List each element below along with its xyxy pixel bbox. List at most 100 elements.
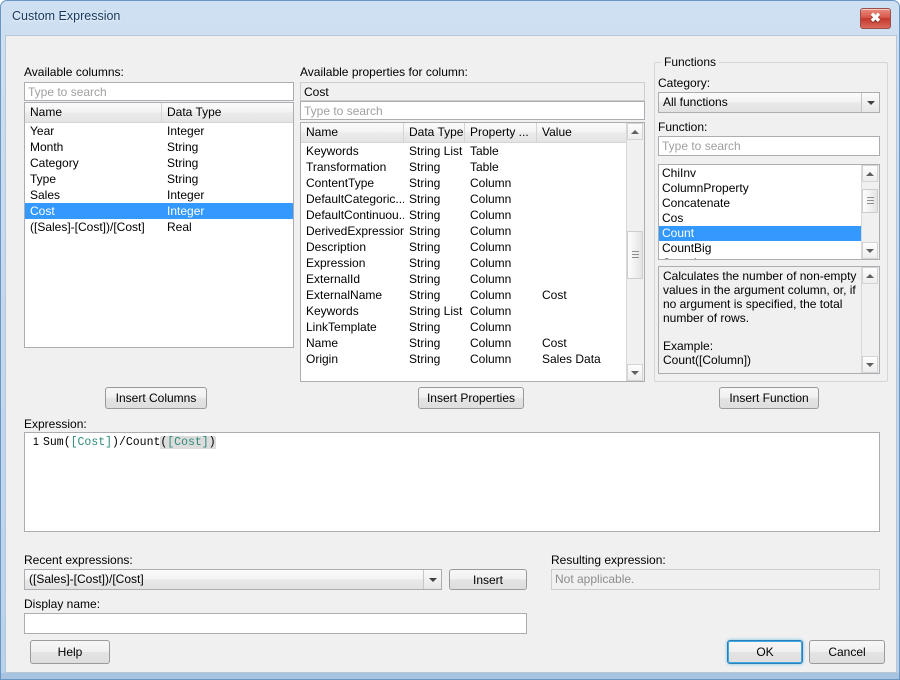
description-scroll-down-icon[interactable] xyxy=(862,356,878,373)
category-selected-value: All functions xyxy=(663,95,728,109)
property-value-cell xyxy=(537,159,637,175)
column-name-cell: Month xyxy=(25,139,162,155)
property-scope-cell: Column xyxy=(465,223,537,239)
recent-expressions-select[interactable]: ([Sales]-[Cost])/[Cost] xyxy=(24,569,442,590)
property-name-cell: ContentType xyxy=(301,175,404,191)
columns-search-input[interactable]: Type to search xyxy=(24,82,294,101)
expression-token: ) xyxy=(209,436,216,449)
table-row[interactable]: KeywordsString ListColumn xyxy=(301,303,644,319)
table-row[interactable]: ExpressionStringColumn xyxy=(301,255,644,271)
properties-header-name[interactable]: Name xyxy=(301,123,404,142)
property-value-cell: Cost xyxy=(537,335,637,351)
function-description-pane: Calculates the number of non-empty value… xyxy=(658,266,880,374)
available-columns-label: Available columns: xyxy=(24,65,124,79)
category-select[interactable]: All functions xyxy=(658,92,880,113)
table-row[interactable]: DerivedExpressionStringColumn xyxy=(301,223,644,239)
property-scope-cell: Column xyxy=(465,303,537,319)
scroll-down-icon[interactable] xyxy=(627,364,643,381)
insert-properties-button[interactable]: Insert Properties xyxy=(418,387,524,409)
property-type-cell: String xyxy=(404,207,465,223)
display-name-input[interactable] xyxy=(24,613,527,634)
resulting-expression-label: Resulting expression: xyxy=(551,553,666,567)
functions-listbox[interactable]: ChiInvColumnPropertyConcatenateCosCountC… xyxy=(658,164,880,260)
property-name-cell: Origin xyxy=(301,351,404,367)
expression-label: Expression: xyxy=(24,417,87,431)
column-name-cell: Cost xyxy=(25,203,162,219)
table-row[interactable]: ExternalIdStringColumn xyxy=(301,271,644,287)
list-item[interactable]: Covariance xyxy=(659,256,861,260)
table-row[interactable]: ContentTypeStringColumn xyxy=(301,175,644,191)
property-name-cell: ExternalName xyxy=(301,287,404,303)
property-type-cell: String List xyxy=(404,143,465,159)
insert-recent-button[interactable]: Insert xyxy=(449,569,527,590)
table-row[interactable]: ExternalNameStringColumnCost xyxy=(301,287,644,303)
properties-header-value[interactable]: Value xyxy=(537,123,627,142)
table-row[interactable]: OriginStringColumnSales Data xyxy=(301,351,644,367)
table-row[interactable]: ([Sales]-[Cost])/[Cost]Real xyxy=(25,219,293,235)
property-scope-cell: Column xyxy=(465,191,537,207)
property-type-cell: String xyxy=(404,335,465,351)
table-row[interactable]: SalesInteger xyxy=(25,187,293,203)
table-row[interactable]: MonthString xyxy=(25,139,293,155)
table-row[interactable]: TypeString xyxy=(25,171,293,187)
insert-function-button[interactable]: Insert Function xyxy=(719,387,819,409)
scrollbar-thumb[interactable] xyxy=(627,231,643,279)
custom-expression-dialog: Custom Expression ✖ Available columns: T… xyxy=(0,0,900,680)
cancel-button[interactable]: Cancel xyxy=(809,640,885,664)
table-row[interactable]: NameStringColumnCost xyxy=(301,335,644,351)
property-scope-cell: Column xyxy=(465,271,537,287)
properties-header-type[interactable]: Data Type xyxy=(404,123,465,142)
list-item[interactable]: CountBig xyxy=(659,241,861,256)
table-row[interactable]: YearInteger xyxy=(25,123,293,139)
column-type-cell: Real xyxy=(162,219,294,235)
table-row[interactable]: TransformationStringTable xyxy=(301,159,644,175)
property-value-cell xyxy=(537,175,637,191)
scroll-up-icon[interactable] xyxy=(627,123,643,140)
column-type-cell: Integer xyxy=(162,203,294,219)
description-scroll-up-icon[interactable] xyxy=(862,267,878,284)
properties-rows: KeywordsString ListTableTransformationSt… xyxy=(301,143,644,367)
table-row[interactable]: KeywordsString ListTable xyxy=(301,143,644,159)
property-scope-cell: Table xyxy=(465,159,537,175)
list-item[interactable]: ColumnProperty xyxy=(659,181,861,196)
property-name-cell: Transformation xyxy=(301,159,404,175)
table-row[interactable]: DefaultContinuou...StringColumn xyxy=(301,207,644,223)
chevron-down-icon[interactable] xyxy=(861,93,879,112)
display-name-label: Display name: xyxy=(24,597,100,611)
properties-search-input[interactable]: Type to search xyxy=(300,101,645,120)
functions-items: ChiInvColumnPropertyConcatenateCosCountC… xyxy=(659,166,861,260)
help-button[interactable]: Help xyxy=(30,640,110,664)
table-row[interactable]: LinkTemplateStringColumn xyxy=(301,319,644,335)
table-row[interactable]: DefaultCategoric...StringColumn xyxy=(301,191,644,207)
table-row[interactable]: CategoryString xyxy=(25,155,293,171)
functions-scroll-down-icon[interactable] xyxy=(862,242,878,259)
properties-grid-header: Name Data Type Property ... Value xyxy=(301,123,644,143)
columns-header-name[interactable]: Name xyxy=(25,103,162,122)
list-item[interactable]: ChiInv xyxy=(659,166,861,181)
title-bar[interactable]: Custom Expression ✖ xyxy=(1,1,900,35)
recent-expressions-label: Recent expressions: xyxy=(24,553,133,567)
columns-header-type[interactable]: Data Type xyxy=(162,103,294,122)
list-item[interactable]: Concatenate xyxy=(659,196,861,211)
properties-scrollbar[interactable] xyxy=(626,123,644,381)
insert-columns-button[interactable]: Insert Columns xyxy=(105,387,207,409)
properties-header-scope[interactable]: Property ... xyxy=(465,123,537,142)
description-scrollbar[interactable] xyxy=(861,267,879,373)
recent-chevron-down-icon[interactable] xyxy=(423,570,441,589)
function-search-input[interactable]: Type to search xyxy=(658,136,880,156)
close-icon[interactable]: ✖ xyxy=(860,8,891,29)
property-type-cell: String xyxy=(404,271,465,287)
functions-scroll-up-icon[interactable] xyxy=(862,165,878,182)
expression-editor[interactable]: 1 Sum([Cost])/Count([Cost]) xyxy=(24,432,880,532)
table-row[interactable]: DescriptionStringColumn xyxy=(301,239,644,255)
table-row[interactable]: CostInteger xyxy=(25,203,293,219)
functions-scrollbar[interactable] xyxy=(861,165,879,259)
list-item[interactable]: Count xyxy=(659,226,861,241)
ok-button[interactable]: OK xyxy=(727,640,803,664)
available-columns-grid[interactable]: Name Data Type YearIntegerMonthStringCat… xyxy=(24,102,294,348)
property-value-cell xyxy=(537,303,637,319)
functions-scrollbar-thumb[interactable] xyxy=(862,189,878,213)
list-item[interactable]: Cos xyxy=(659,211,861,226)
function-label: Function: xyxy=(658,120,707,134)
available-properties-grid[interactable]: Name Data Type Property ... Value Keywor… xyxy=(300,122,645,382)
